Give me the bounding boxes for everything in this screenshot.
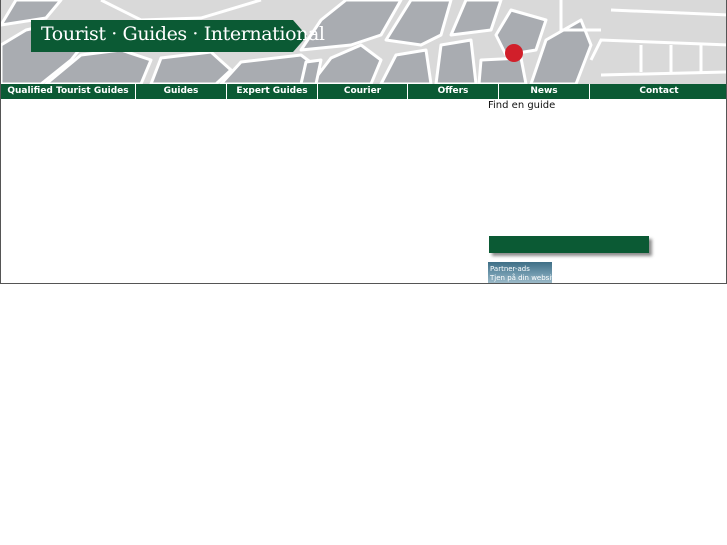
- partner-ads-title: Partner-ads: [490, 265, 530, 273]
- main-navigation: Qualified Tourist Guides Guides Expert G…: [1, 84, 726, 99]
- nav-contact[interactable]: Contact: [590, 84, 726, 99]
- sidebar-green-bar: [489, 236, 649, 253]
- partner-ads-banner[interactable]: Partner-ads Tjen på din website?: [488, 262, 552, 283]
- nav-offers[interactable]: Offers: [408, 84, 499, 99]
- find-guide-link[interactable]: Find en guide: [488, 100, 555, 111]
- nav-expert-guides[interactable]: Expert Guides: [227, 84, 318, 99]
- location-marker-icon: [505, 44, 523, 62]
- nav-news[interactable]: News: [499, 84, 590, 99]
- nav-guides[interactable]: Guides: [136, 84, 227, 99]
- partner-ads-tagline: Tjen på din website?: [490, 274, 552, 282]
- header-map-banner: Tourist · Guides · International: [1, 0, 726, 84]
- page-frame: Tourist · Guides · International Qualifi…: [0, 0, 727, 284]
- site-title: Tourist · Guides · International: [41, 23, 325, 45]
- nav-courier[interactable]: Courier: [318, 84, 408, 99]
- site-logo-banner[interactable]: Tourist · Guides · International: [31, 20, 325, 52]
- nav-qualified-tourist-guides[interactable]: Qualified Tourist Guides: [1, 84, 136, 99]
